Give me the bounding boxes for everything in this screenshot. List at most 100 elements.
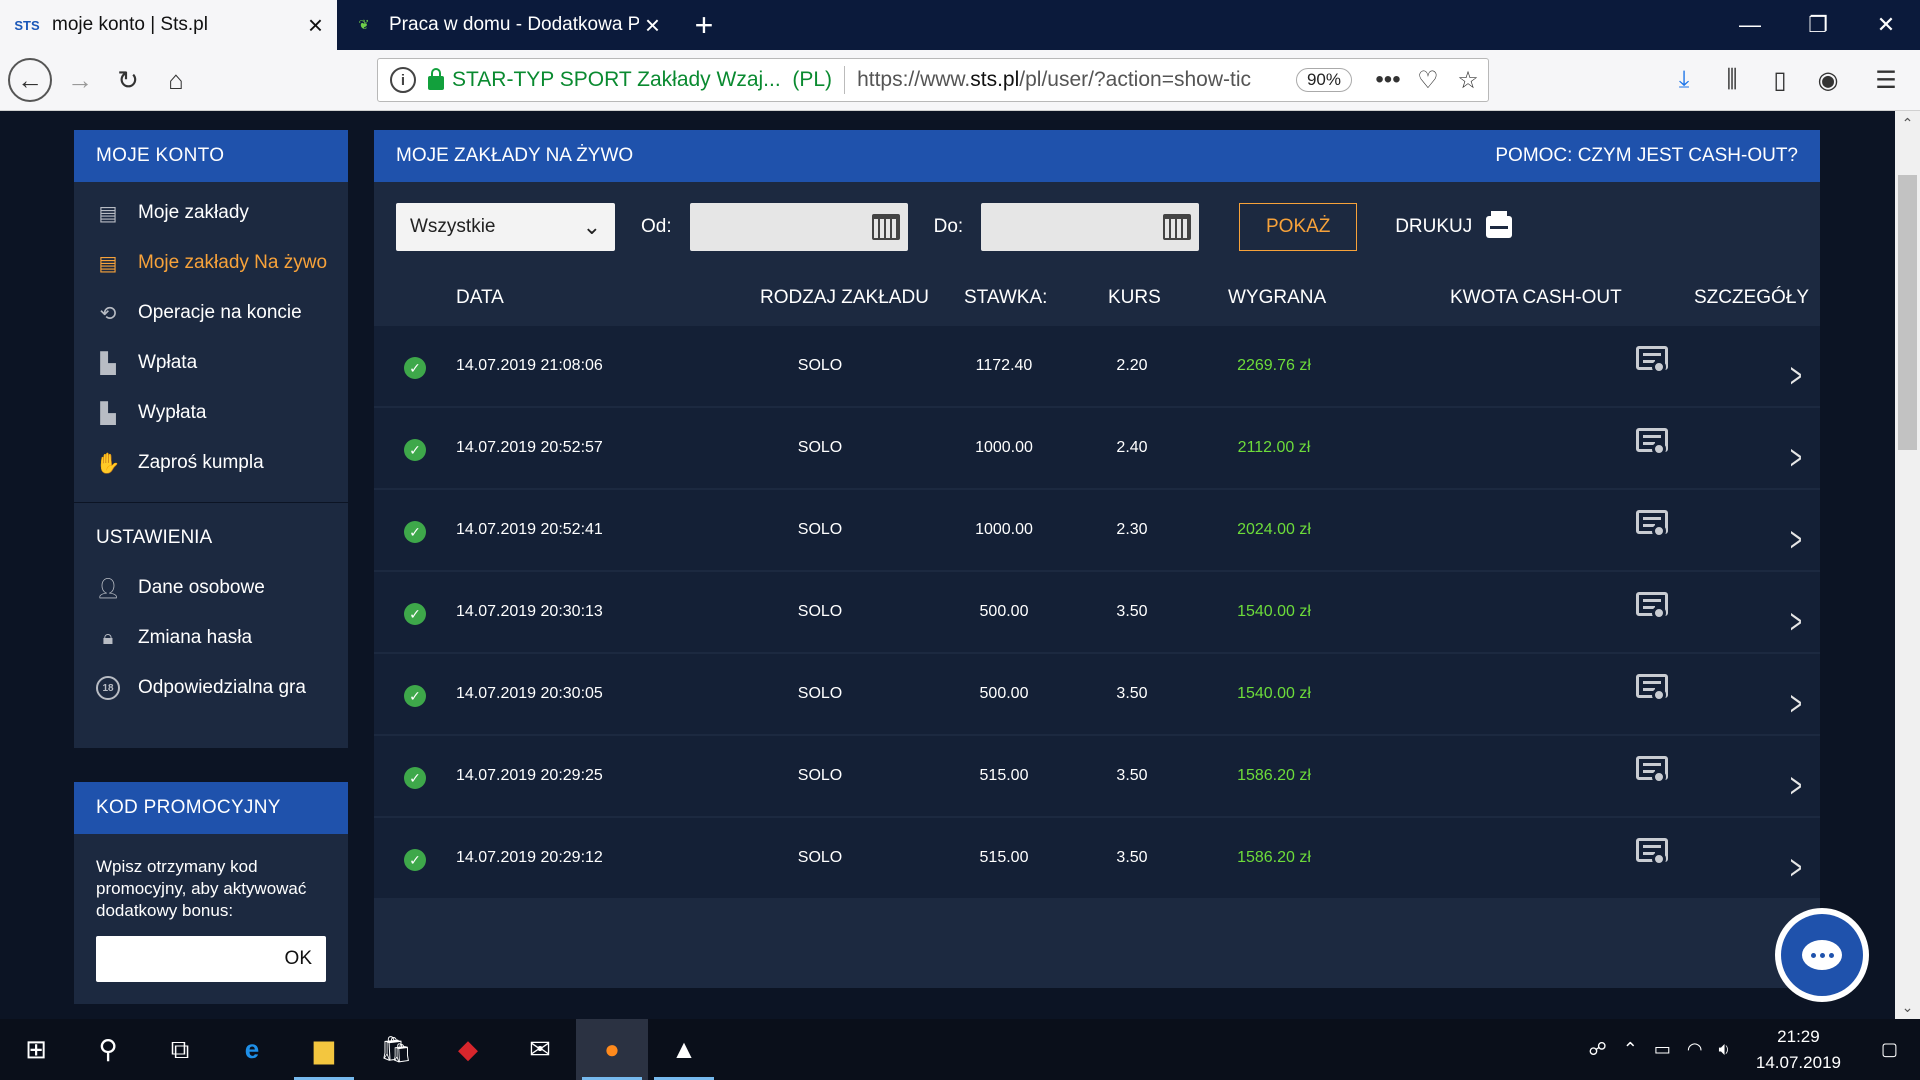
account-icon[interactable]: ◉	[1804, 58, 1852, 102]
chevron-right-icon[interactable]: >	[1790, 439, 1802, 478]
close-tab-icon[interactable]: ×	[308, 12, 323, 38]
sidebar-item-moje-zaklady[interactable]: ▤ Moje zakłady	[74, 188, 348, 238]
close-tab-icon[interactable]: ×	[645, 12, 660, 38]
notifications-icon[interactable]: ▢	[1859, 1039, 1920, 1060]
scroll-down-icon[interactable]: ⌄	[1895, 996, 1920, 1018]
cashout-certificate-icon[interactable]	[1636, 510, 1668, 544]
bet-stake: 500.00	[979, 603, 1029, 620]
library-icon[interactable]: ⫼	[1708, 58, 1756, 102]
cashout-certificate-icon[interactable]	[1636, 674, 1668, 708]
date-from-input[interactable]	[689, 203, 908, 251]
promo-ok-button[interactable]: OK	[285, 948, 312, 970]
bet-win: 1586.20 zł	[1237, 767, 1311, 784]
lock-icon	[428, 68, 444, 90]
battery-icon[interactable]: ▭	[1646, 1039, 1679, 1060]
table-row[interactable]: ✓ 14.07.2019 20:52:57 SOLO 1000.00 2.40 2112.…	[374, 406, 1820, 488]
bet-date: 14.07.2019 20:29:25	[456, 767, 603, 784]
pocket-icon[interactable]: ♡	[1408, 66, 1448, 95]
address-bar[interactable]: i STAR-TYP SPORT Zakłady Wzaj... (PL) ht…	[377, 58, 1489, 102]
close-window-icon[interactable]: ✕	[1852, 0, 1920, 50]
printer-icon	[1486, 211, 1513, 238]
url-text[interactable]: https://www.sts.pl/pl/user/?action=show-…	[857, 68, 1257, 92]
bet-stake: 515.00	[979, 767, 1029, 784]
tab-sts[interactable]: STS moje konto | Sts.pl ×	[0, 0, 337, 50]
mcafee-icon[interactable]: ◆	[432, 1019, 504, 1080]
column-header: KURS	[1108, 287, 1161, 308]
more-icon[interactable]: •••	[1368, 66, 1408, 94]
sidebar-item-odpowiedzialna-gra[interactable]: 18 Odpowiedzialna gra	[74, 663, 348, 713]
cashout-certificate-icon[interactable]	[1636, 592, 1668, 626]
minimize-icon[interactable]: —	[1716, 0, 1784, 50]
chevron-right-icon[interactable]: >	[1790, 357, 1802, 396]
people-icon[interactable]: ☍	[1580, 1039, 1614, 1060]
table-row[interactable]: ✓ 14.07.2019 20:52:41 SOLO 1000.00 2.30 2024.…	[374, 488, 1820, 570]
new-tab-icon[interactable]: +	[674, 0, 734, 50]
file-explorer-icon[interactable]: ▆	[288, 1019, 360, 1080]
bookmark-star-icon[interactable]: ☆	[1448, 66, 1488, 95]
bet-odds: 2.40	[1116, 439, 1148, 456]
cashout-certificate-icon[interactable]	[1636, 428, 1668, 462]
chevron-right-icon[interactable]: >	[1790, 767, 1802, 806]
chevron-right-icon[interactable]: >	[1790, 849, 1802, 888]
chevron-right-icon[interactable]: >	[1790, 603, 1802, 642]
bet-filter-select[interactable]: Wszystkie ⌄	[396, 203, 615, 251]
clock[interactable]: 21:29 14.07.2019	[1738, 1024, 1859, 1076]
menu-icon[interactable]: ☰	[1862, 58, 1910, 102]
info-icon[interactable]: i	[390, 67, 416, 93]
forward-icon[interactable]: →	[60, 60, 100, 100]
sidebar-item-wyplata[interactable]: ▙ Wypłata	[74, 388, 348, 438]
calendar-icon[interactable]	[871, 214, 900, 240]
sidebar-item-moje-zaklady-na-zywo[interactable]: ▤ Moje zakłady Na żywo	[74, 238, 348, 288]
sidebar-item-zapros-kumpla[interactable]: ✋ Zaproś kumpla	[74, 438, 348, 488]
column-header: DATA	[456, 287, 504, 308]
promo-code-input[interactable]: OK	[96, 936, 326, 982]
show-hidden-icon[interactable]: ⌃	[1615, 1039, 1646, 1060]
download-icon[interactable]: ⤓	[1660, 58, 1708, 102]
chevron-right-icon[interactable]: >	[1790, 521, 1802, 560]
column-header: STAWKA:	[964, 287, 1048, 308]
sidebar-toggle-icon[interactable]: ▯	[1756, 58, 1804, 102]
promo-title: KOD PROMOCYJNY	[74, 782, 348, 834]
scrollbar-thumb[interactable]	[1898, 175, 1917, 450]
calendar-icon[interactable]	[1163, 214, 1192, 240]
reload-icon[interactable]: ↻	[108, 60, 148, 100]
table-row[interactable]: ✓ 14.07.2019 21:08:06 SOLO 1172.40 2.20 2269.…	[374, 324, 1820, 406]
sidebar-item-wplata[interactable]: ▙ Wpłata	[74, 338, 348, 388]
search-icon[interactable]: ⚲	[72, 1019, 144, 1080]
windows-start-icon[interactable]: ⊞	[0, 1019, 72, 1080]
chat-button[interactable]	[1775, 908, 1869, 1002]
table-row[interactable]: ✓ 14.07.2019 20:30:05 SOLO 500.00 3.50 1540.0…	[374, 652, 1820, 734]
cashout-certificate-icon[interactable]	[1636, 838, 1668, 872]
zoom-level[interactable]: 90%	[1295, 68, 1352, 92]
photos-icon[interactable]: ▲	[648, 1019, 720, 1080]
cashout-help-link[interactable]: POMOC: CZYM JEST CASH-OUT?	[1495, 145, 1798, 167]
cashout-certificate-icon[interactable]	[1636, 346, 1668, 380]
person-icon: 👤︎	[95, 577, 121, 600]
wifi-icon[interactable]: ◠	[1679, 1039, 1711, 1060]
scroll-up-icon[interactable]: ⌃	[1895, 112, 1920, 134]
chevron-right-icon[interactable]: >	[1790, 685, 1802, 724]
show-button[interactable]: POKAŻ	[1239, 203, 1358, 251]
store-icon[interactable]: 🛍︎	[360, 1019, 432, 1080]
tab-praca[interactable]: ❦ Praca w domu - Dodatkowa Pr ×	[337, 0, 674, 50]
sidebar-item-operacje[interactable]: ⟲ Operacje na koncie	[74, 288, 348, 338]
cashout-certificate-icon[interactable]	[1636, 756, 1668, 790]
firefox-icon[interactable]: ●	[576, 1019, 648, 1080]
restore-icon[interactable]: ❐	[1784, 0, 1852, 50]
table-row[interactable]: ✓ 14.07.2019 20:29:25 SOLO 515.00 3.50 1586.2…	[374, 734, 1820, 816]
handshake-icon: ✋	[95, 452, 121, 475]
back-icon[interactable]: ←	[8, 58, 52, 102]
date-to-input[interactable]	[981, 203, 1200, 251]
edge-icon[interactable]: e	[216, 1019, 288, 1080]
table-row[interactable]: ✓ 14.07.2019 20:30:13 SOLO 500.00 3.50 1540.0…	[374, 570, 1820, 652]
settings-title: USTAWIENIA	[96, 527, 213, 548]
sidebar-item-zmiana-hasla[interactable]: 🔒︎ Zmiana hasła	[74, 613, 348, 663]
table-row[interactable]: ✓ 14.07.2019 20:29:12 SOLO 515.00 3.50 1586.2…	[374, 816, 1820, 898]
mail-icon[interactable]: ✉	[504, 1019, 576, 1080]
sidebar-item-dane-osobowe[interactable]: 👤︎ Dane osobowe	[74, 563, 348, 613]
bet-odds: 3.50	[1116, 767, 1148, 784]
volume-icon[interactable]: 🔉︎	[1711, 1039, 1738, 1060]
task-view-icon[interactable]: ⧉	[144, 1019, 216, 1080]
home-icon[interactable]: ⌂	[156, 60, 196, 100]
print-button[interactable]: DRUKUJ	[1395, 211, 1513, 238]
